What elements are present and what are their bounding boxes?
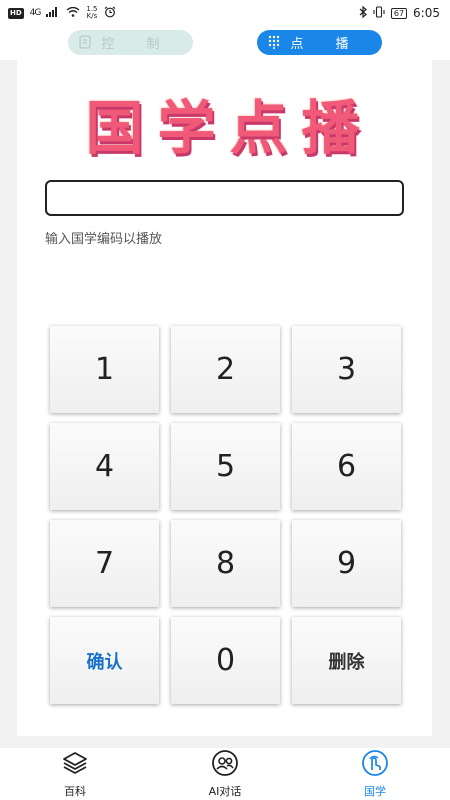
delete-button[interactable]: 删除 xyxy=(292,617,401,704)
logo-char: 点 xyxy=(229,94,292,162)
status-right: 67 6:05 xyxy=(359,5,440,21)
bluetooth-icon xyxy=(359,5,367,21)
nav-item-baike[interactable]: 百科 xyxy=(0,748,150,800)
logo-char: 播 xyxy=(301,94,364,162)
key-7[interactable]: 7 xyxy=(50,520,159,607)
nav-item-guoxue[interactable]: 国学 xyxy=(300,748,450,800)
control-tab-button[interactable]: 控 制 xyxy=(68,30,193,55)
top-segment-bar: 控 制 点 播 xyxy=(0,26,450,60)
key-9[interactable]: 9 xyxy=(292,520,401,607)
battery-icon: 67 xyxy=(390,7,408,19)
nav-item-ai-chat[interactable]: AI对话 xyxy=(150,748,300,800)
remote-icon xyxy=(78,35,92,49)
play-tab-label: 点 播 xyxy=(290,37,363,52)
code-hint: 输入国学编码以播放 xyxy=(45,232,163,247)
status-bar: HD 4G 1.5 K/s 67 6:05 xyxy=(0,0,450,26)
chat-people-icon xyxy=(211,749,239,781)
network-label: 4G xyxy=(29,8,42,18)
clock: 6:05 xyxy=(413,6,440,20)
hd-icon: HD xyxy=(8,7,24,19)
net-speed-unit: K/s xyxy=(86,12,98,20)
confirm-button[interactable]: 确认 xyxy=(50,617,159,704)
code-input[interactable] xyxy=(45,180,404,216)
logo-char: 国 xyxy=(85,94,148,162)
key-2[interactable]: 2 xyxy=(171,326,280,413)
control-tab-label: 控 制 xyxy=(101,37,174,52)
key-8[interactable]: 8 xyxy=(171,520,280,607)
app-logo-title: 国 学 点 播 xyxy=(17,88,432,162)
logo-char: 学 xyxy=(157,94,220,162)
touch-icon xyxy=(361,749,389,781)
status-left: HD 4G 1.5 K/s xyxy=(8,6,116,21)
nav-label-ai-chat: AI对话 xyxy=(208,785,242,798)
signal-icon xyxy=(46,6,60,20)
key-6[interactable]: 6 xyxy=(292,423,401,510)
play-tab-button[interactable]: 点 播 xyxy=(257,30,382,55)
key-0[interactable]: 0 xyxy=(171,617,280,704)
dialpad-icon xyxy=(267,35,281,49)
key-3[interactable]: 3 xyxy=(292,326,401,413)
key-5[interactable]: 5 xyxy=(171,423,280,510)
vibrate-icon xyxy=(373,5,385,21)
keypad: 1 2 3 4 5 6 7 8 9 确认 0 删除 xyxy=(50,326,401,704)
nav-label-guoxue: 国学 xyxy=(364,785,386,798)
bottom-nav: 百科 AI对话 国学 xyxy=(0,748,450,800)
key-1[interactable]: 1 xyxy=(50,326,159,413)
nav-label-baike: 百科 xyxy=(64,785,86,798)
alarm-icon xyxy=(104,6,116,21)
key-4[interactable]: 4 xyxy=(50,423,159,510)
main-card: 国 学 点 播 输入国学编码以播放 1 2 3 4 5 6 7 8 9 确认 0… xyxy=(17,60,432,736)
wifi-icon xyxy=(66,6,80,20)
layers-icon xyxy=(61,749,89,781)
net-speed: 1.5 K/s xyxy=(86,6,97,20)
